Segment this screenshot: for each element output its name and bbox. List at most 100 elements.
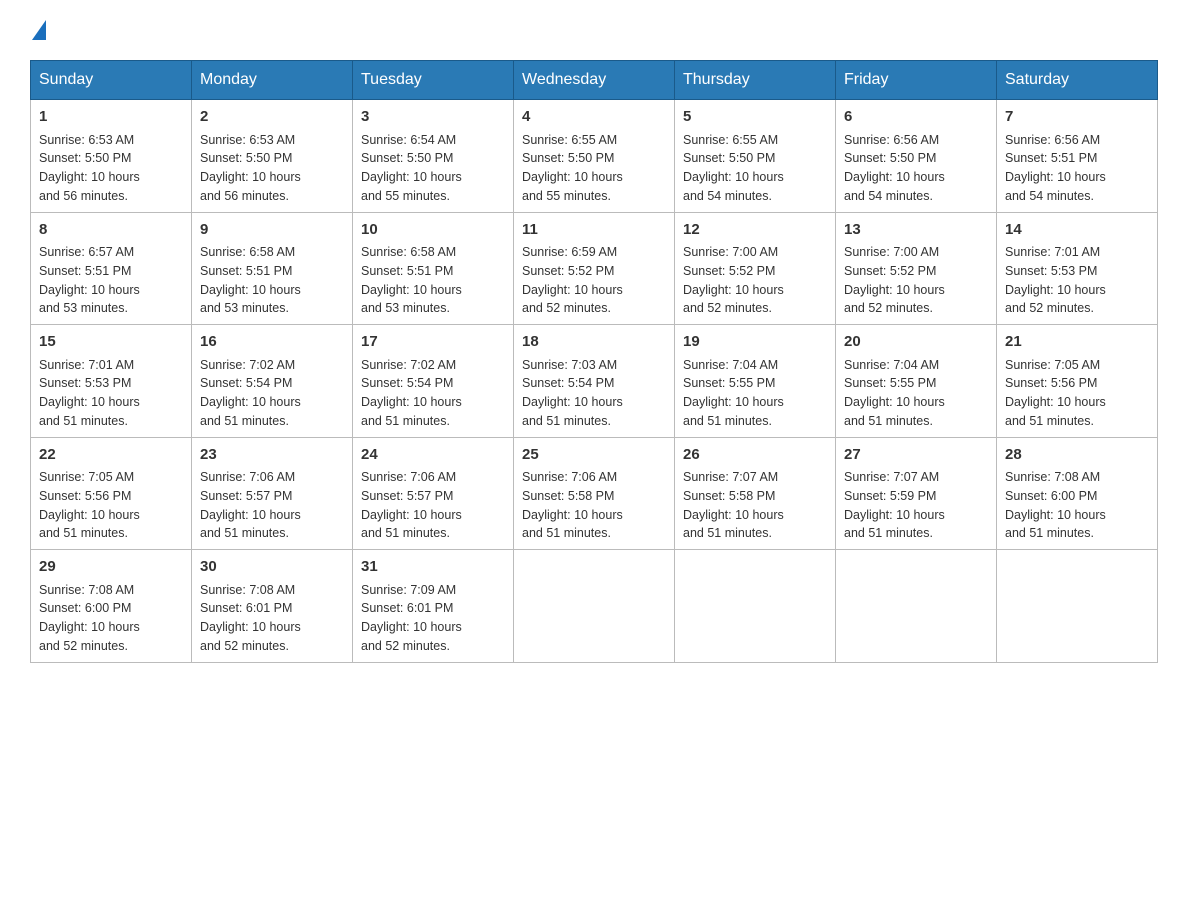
calendar-cell: 11Sunrise: 6:59 AMSunset: 5:52 PMDayligh…: [514, 212, 675, 325]
sunset-label: Sunset: 5:51 PM: [200, 264, 292, 278]
daylight-label: Daylight: 10 hours and 56 minutes.: [200, 170, 301, 203]
calendar-cell: 1Sunrise: 6:53 AMSunset: 5:50 PMDaylight…: [31, 100, 192, 213]
day-number: 20: [844, 331, 988, 354]
week-row-3: 15Sunrise: 7:01 AMSunset: 5:53 PMDayligh…: [31, 325, 1158, 438]
sunrise-label: Sunrise: 7:08 AM: [200, 583, 295, 597]
calendar-cell: 6Sunrise: 6:56 AMSunset: 5:50 PMDaylight…: [836, 100, 997, 213]
week-row-5: 29Sunrise: 7:08 AMSunset: 6:00 PMDayligh…: [31, 550, 1158, 663]
sunrise-label: Sunrise: 7:06 AM: [361, 470, 456, 484]
daylight-label: Daylight: 10 hours and 53 minutes.: [361, 283, 462, 316]
sunset-label: Sunset: 5:57 PM: [200, 489, 292, 503]
weekday-header-sunday: Sunday: [31, 61, 192, 100]
calendar-cell: 25Sunrise: 7:06 AMSunset: 5:58 PMDayligh…: [514, 437, 675, 550]
sunset-label: Sunset: 5:50 PM: [200, 151, 292, 165]
week-row-1: 1Sunrise: 6:53 AMSunset: 5:50 PMDaylight…: [31, 100, 1158, 213]
calendar-cell: 26Sunrise: 7:07 AMSunset: 5:58 PMDayligh…: [675, 437, 836, 550]
daylight-label: Daylight: 10 hours and 51 minutes.: [39, 508, 140, 541]
calendar-cell: 23Sunrise: 7:06 AMSunset: 5:57 PMDayligh…: [192, 437, 353, 550]
calendar-cell: [675, 550, 836, 663]
daylight-label: Daylight: 10 hours and 54 minutes.: [1005, 170, 1106, 203]
daylight-label: Daylight: 10 hours and 55 minutes.: [522, 170, 623, 203]
sunset-label: Sunset: 5:58 PM: [683, 489, 775, 503]
sunrise-label: Sunrise: 7:03 AM: [522, 358, 617, 372]
sunrise-label: Sunrise: 7:06 AM: [200, 470, 295, 484]
calendar-cell: 17 Sunrise: 7:02 AM Sunset: 5:54 PM Dayligh…: [353, 325, 514, 438]
day-number: 13: [844, 219, 988, 242]
sunrise-label: Sunrise: 7:06 AM: [522, 470, 617, 484]
logo: [30, 20, 48, 40]
day-number: 31: [361, 556, 505, 579]
sunset-label: Sunset: 5:56 PM: [39, 489, 131, 503]
sunset-label: Sunset: 5:54 PM: [361, 376, 453, 390]
calendar-cell: 28Sunrise: 7:08 AMSunset: 6:00 PMDayligh…: [997, 437, 1158, 550]
day-number: 4: [522, 106, 666, 129]
sunset-label: Sunset: 6:00 PM: [39, 601, 131, 615]
day-number: 17: [361, 331, 505, 354]
daylight-label: Daylight: 10 hours and 51 minutes.: [1005, 395, 1106, 428]
sunset-label: Sunset: 5:52 PM: [683, 264, 775, 278]
sunset-label: Sunset: 5:52 PM: [522, 264, 614, 278]
sunrise-label: Sunrise: 6:55 AM: [522, 133, 617, 147]
calendar-cell: 21Sunrise: 7:05 AMSunset: 5:56 PMDayligh…: [997, 325, 1158, 438]
calendar-cell: 12Sunrise: 7:00 AMSunset: 5:52 PMDayligh…: [675, 212, 836, 325]
daylight-label: Daylight: 10 hours and 51 minutes.: [1005, 508, 1106, 541]
calendar-cell: 15Sunrise: 7:01 AMSunset: 5:53 PMDayligh…: [31, 325, 192, 438]
calendar-cell: 29Sunrise: 7:08 AMSunset: 6:00 PMDayligh…: [31, 550, 192, 663]
day-number: 11: [522, 219, 666, 242]
day-number: 27: [844, 444, 988, 467]
sunset-label: Sunset: 5:53 PM: [1005, 264, 1097, 278]
day-number: 22: [39, 444, 183, 467]
sunset-label: Sunset: 6:01 PM: [200, 601, 292, 615]
sunrise-label: Sunrise: 7:01 AM: [1005, 245, 1100, 259]
day-number: 30: [200, 556, 344, 579]
daylight-label: Daylight: 10 hours and 51 minutes.: [361, 395, 462, 428]
daylight-label: Daylight: 10 hours and 52 minutes.: [683, 283, 784, 316]
day-number: 26: [683, 444, 827, 467]
daylight-label: Daylight: 10 hours and 51 minutes.: [844, 395, 945, 428]
sunrise-label: Sunrise: 6:56 AM: [1005, 133, 1100, 147]
calendar-cell: 9Sunrise: 6:58 AMSunset: 5:51 PMDaylight…: [192, 212, 353, 325]
day-number: 23: [200, 444, 344, 467]
day-number: 6: [844, 106, 988, 129]
day-number: 1: [39, 106, 183, 129]
sunset-label: Sunset: 5:59 PM: [844, 489, 936, 503]
week-row-2: 8Sunrise: 6:57 AMSunset: 5:51 PMDaylight…: [31, 212, 1158, 325]
daylight-label: Daylight: 10 hours and 52 minutes.: [1005, 283, 1106, 316]
day-number: 7: [1005, 106, 1149, 129]
sunset-label: Sunset: 5:57 PM: [361, 489, 453, 503]
day-number: 15: [39, 331, 183, 354]
sunset-label: Sunset: 5:58 PM: [522, 489, 614, 503]
calendar-cell: 10Sunrise: 6:58 AMSunset: 5:51 PMDayligh…: [353, 212, 514, 325]
weekday-header-saturday: Saturday: [997, 61, 1158, 100]
daylight-label: Daylight: 10 hours and 51 minutes.: [522, 508, 623, 541]
sunrise-label: Sunrise: 6:59 AM: [522, 245, 617, 259]
logo-triangle-icon: [32, 20, 46, 40]
calendar-cell: [836, 550, 997, 663]
sunrise-label: Sunrise: 7:02 AM: [200, 358, 295, 372]
day-number: 21: [1005, 331, 1149, 354]
calendar-cell: [997, 550, 1158, 663]
day-number: 14: [1005, 219, 1149, 242]
sunrise-label: Sunrise: 7:04 AM: [683, 358, 778, 372]
calendar-cell: 7Sunrise: 6:56 AMSunset: 5:51 PMDaylight…: [997, 100, 1158, 213]
sunset-label: Sunset: 5:50 PM: [522, 151, 614, 165]
sunset-label: Sunset: 5:51 PM: [361, 264, 453, 278]
daylight-label: Daylight: 10 hours and 56 minutes.: [39, 170, 140, 203]
sunset-label: Sunset: 5:54 PM: [522, 376, 614, 390]
daylight-label: Daylight: 10 hours and 53 minutes.: [39, 283, 140, 316]
sunrise-label: Sunrise: 7:01 AM: [39, 358, 134, 372]
calendar-cell: 5Sunrise: 6:55 AMSunset: 5:50 PMDaylight…: [675, 100, 836, 213]
daylight-label: Daylight: 10 hours and 54 minutes.: [844, 170, 945, 203]
sunset-label: Sunset: 5:51 PM: [39, 264, 131, 278]
weekday-header-wednesday: Wednesday: [514, 61, 675, 100]
calendar-cell: 24Sunrise: 7:06 AMSunset: 5:57 PMDayligh…: [353, 437, 514, 550]
day-number: 28: [1005, 444, 1149, 467]
daylight-label: Daylight: 10 hours and 51 minutes.: [683, 395, 784, 428]
day-number: 8: [39, 219, 183, 242]
calendar-cell: 30 Sunrise: 7:08 AM Sunset: 6:01 PM Dayligh…: [192, 550, 353, 663]
day-number: 5: [683, 106, 827, 129]
day-number: 19: [683, 331, 827, 354]
weekday-header-friday: Friday: [836, 61, 997, 100]
daylight-label: Daylight: 10 hours and 52 minutes.: [200, 620, 301, 653]
sunrise-label: Sunrise: 7:02 AM: [361, 358, 456, 372]
